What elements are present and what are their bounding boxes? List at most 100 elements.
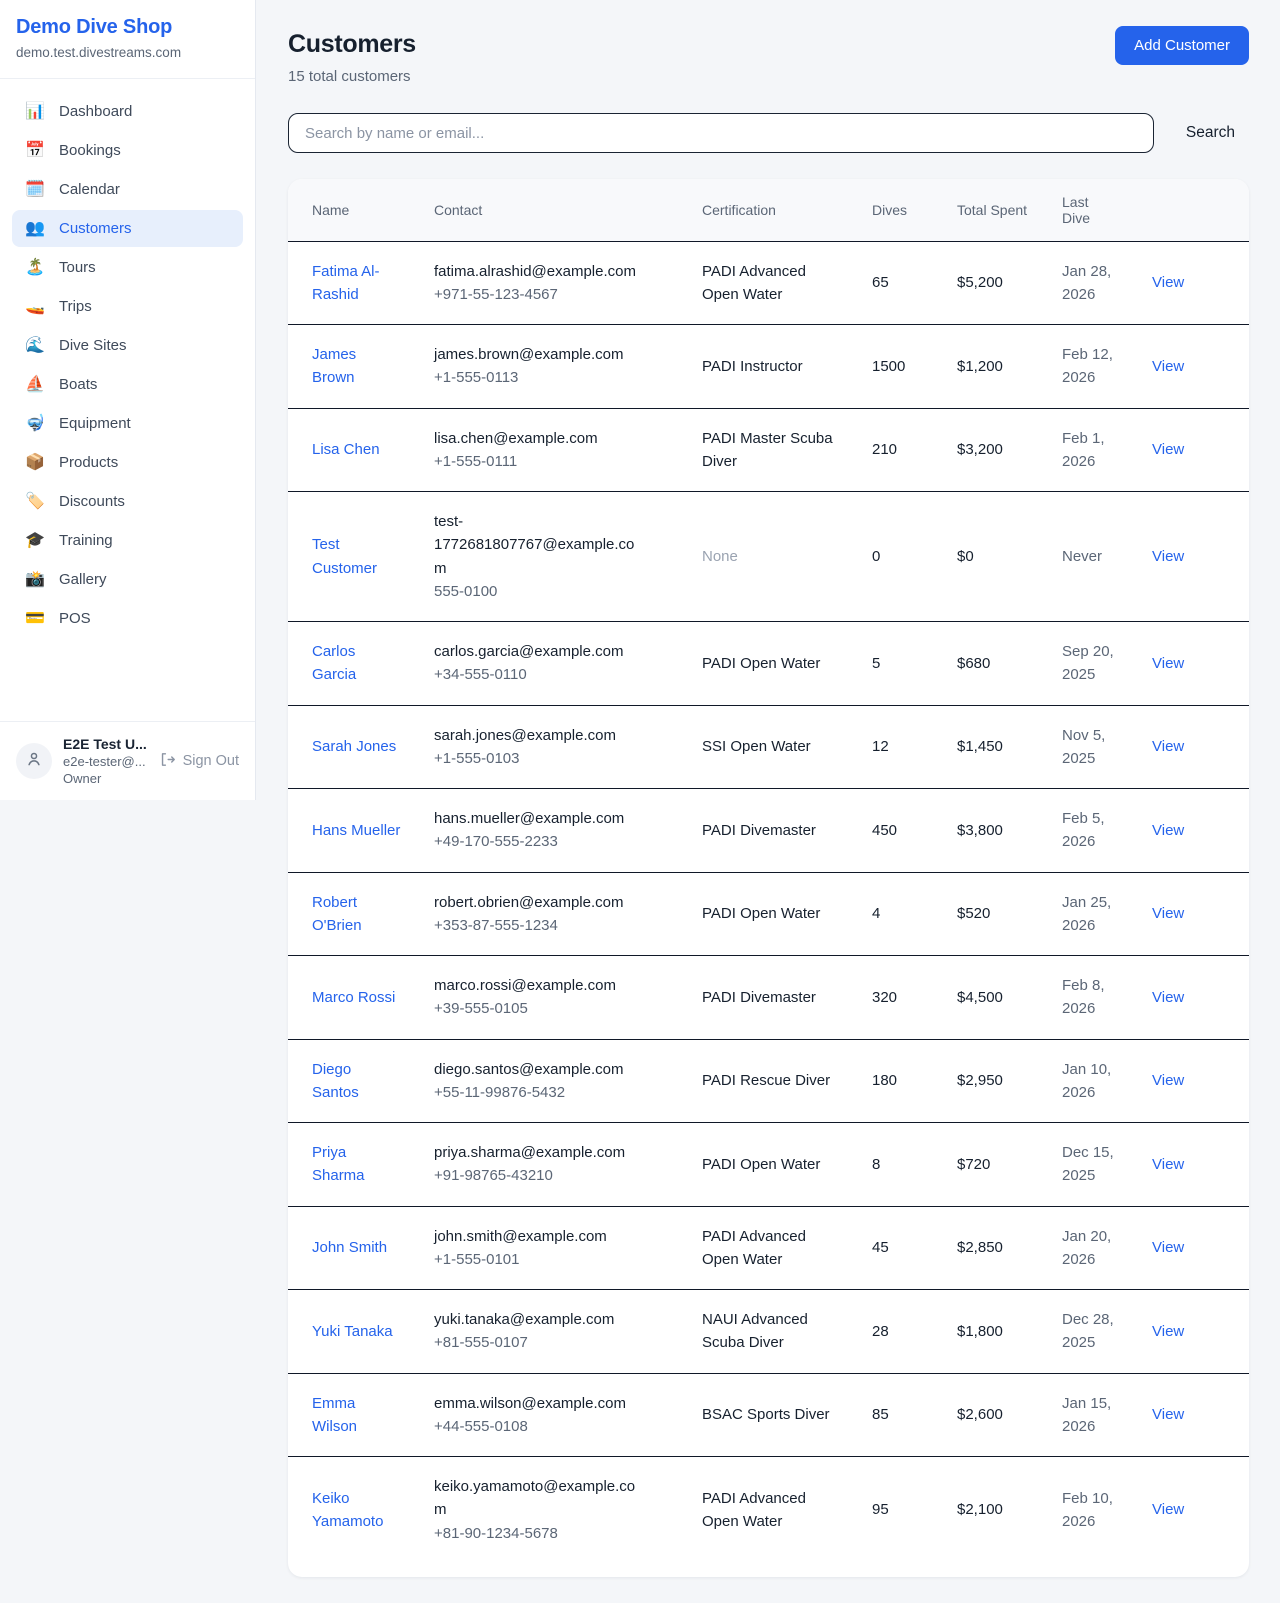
table-row: John Smith john.smith@example.com +1-555… xyxy=(288,1206,1249,1290)
cell-certification: PADI Advanced Open Water xyxy=(686,1206,856,1290)
cell-contact: robert.obrien@example.com +353-87-555-12… xyxy=(418,872,686,956)
sidebar-item-dive-sites[interactable]: 🌊 Dive Sites xyxy=(12,327,243,364)
customer-phone: +1-555-0101 xyxy=(434,1251,520,1268)
add-customer-button[interactable]: Add Customer xyxy=(1115,26,1249,65)
cell-dives: 1500 xyxy=(856,325,941,409)
table-row: Diego Santos diego.santos@example.com +5… xyxy=(288,1039,1249,1123)
customer-name-link[interactable]: Test Customer xyxy=(312,533,402,580)
column-header-dives: Dives xyxy=(856,179,941,241)
sidebar-item-label: Trips xyxy=(59,298,92,315)
cell-contact: test-1772681807767@example.com 555-0100 xyxy=(418,492,686,622)
cell-total-spent: $680 xyxy=(941,622,1046,706)
cell-actions: View xyxy=(1136,492,1249,622)
view-link[interactable]: View xyxy=(1152,1072,1184,1089)
cell-last-dive: Sep 20, 2025 xyxy=(1046,622,1136,706)
customer-phone: +1-555-0103 xyxy=(434,750,520,767)
customer-name-link[interactable]: Hans Mueller xyxy=(312,819,400,842)
customer-name-link[interactable]: John Smith xyxy=(312,1236,387,1259)
cell-last-dive: Jan 10, 2026 xyxy=(1046,1039,1136,1123)
page-title: Customers xyxy=(288,30,416,59)
view-link[interactable]: View xyxy=(1152,1156,1184,1173)
cell-total-spent: $2,850 xyxy=(941,1206,1046,1290)
cell-contact: emma.wilson@example.com +44-555-0108 xyxy=(418,1373,686,1457)
sidebar-item-boats[interactable]: ⛵ Boats xyxy=(12,366,243,403)
customer-name-link[interactable]: Lisa Chen xyxy=(312,438,380,461)
customer-name-link[interactable]: Keiko Yamamoto xyxy=(312,1487,402,1534)
search-button[interactable]: Search xyxy=(1172,116,1249,150)
sidebar-item-gallery[interactable]: 📸 Gallery xyxy=(12,561,243,598)
customer-name-link[interactable]: James Brown xyxy=(312,343,402,390)
view-link[interactable]: View xyxy=(1152,548,1184,565)
search-row: Search xyxy=(288,113,1249,153)
column-header-name: Name xyxy=(288,179,418,241)
view-link[interactable]: View xyxy=(1152,274,1184,291)
view-link[interactable]: View xyxy=(1152,441,1184,458)
view-link[interactable]: View xyxy=(1152,1239,1184,1256)
sidebar-item-tours[interactable]: 🏝️ Tours xyxy=(12,249,243,286)
cell-total-spent: $2,950 xyxy=(941,1039,1046,1123)
customer-name-link[interactable]: Carlos Garcia xyxy=(312,640,402,687)
sidebar-item-trips[interactable]: 🚤 Trips xyxy=(12,288,243,325)
view-link[interactable]: View xyxy=(1152,989,1184,1006)
brand-domain: demo.test.divestreams.com xyxy=(16,45,239,60)
cell-total-spent: $720 xyxy=(941,1123,1046,1207)
customers-table-card: Name Contact Certification Dives Total S… xyxy=(288,179,1249,1577)
view-link[interactable]: View xyxy=(1152,738,1184,755)
sidebar-nav: 📊 Dashboard 📅 Bookings 🗓️ Calendar 👥 Cus… xyxy=(0,79,255,721)
cell-actions: View xyxy=(1136,705,1249,789)
sign-out-button[interactable]: Sign Out xyxy=(159,751,239,772)
table-row: Keiko Yamamoto keiko.yamamoto@example.co… xyxy=(288,1457,1249,1563)
cell-name: Hans Mueller xyxy=(288,789,418,873)
customer-phone: +39-555-0105 xyxy=(434,1000,528,1017)
customer-name-link[interactable]: Yuki Tanaka xyxy=(312,1320,393,1343)
customer-name-link[interactable]: Emma Wilson xyxy=(312,1392,402,1439)
sidebar-item-dashboard[interactable]: 📊 Dashboard xyxy=(12,93,243,130)
cell-name: Test Customer xyxy=(288,492,418,622)
sidebar-item-label: POS xyxy=(59,610,91,627)
customer-email: test-1772681807767@example.com xyxy=(434,510,646,580)
customer-phone: +44-555-0108 xyxy=(434,1418,528,1435)
customer-name-link[interactable]: Marco Rossi xyxy=(312,986,395,1009)
view-link[interactable]: View xyxy=(1152,358,1184,375)
customer-email: diego.santos@example.com xyxy=(434,1058,624,1081)
cell-contact: james.brown@example.com +1-555-0113 xyxy=(418,325,686,409)
user-footer: E2E Test U... e2e-tester@... Owner Sign … xyxy=(0,721,255,800)
sidebar-item-calendar[interactable]: 🗓️ Calendar xyxy=(12,171,243,208)
sidebar-item-customers[interactable]: 👥 Customers xyxy=(12,210,243,247)
table-row: Yuki Tanaka yuki.tanaka@example.com +81-… xyxy=(288,1290,1249,1374)
customers-table: Name Contact Certification Dives Total S… xyxy=(288,179,1249,1563)
cell-actions: View xyxy=(1136,1373,1249,1457)
view-link[interactable]: View xyxy=(1152,905,1184,922)
training-icon: 🎓 xyxy=(24,533,46,549)
view-link[interactable]: View xyxy=(1152,655,1184,672)
view-link[interactable]: View xyxy=(1152,1501,1184,1518)
sidebar-item-label: Dashboard xyxy=(59,103,132,120)
sidebar-item-discounts[interactable]: 🏷️ Discounts xyxy=(12,483,243,520)
customer-name-link[interactable]: Fatima Al-Rashid xyxy=(312,260,402,307)
customer-phone: +91-98765-43210 xyxy=(434,1167,553,1184)
view-link[interactable]: View xyxy=(1152,1323,1184,1340)
sidebar-item-training[interactable]: 🎓 Training xyxy=(12,522,243,559)
customer-name-link[interactable]: Priya Sharma xyxy=(312,1141,402,1188)
page-subtitle: 15 total customers xyxy=(288,68,416,85)
customer-name-link[interactable]: Sarah Jones xyxy=(312,735,396,758)
cell-certification: PADI Advanced Open Water xyxy=(686,241,856,325)
table-row: Emma Wilson emma.wilson@example.com +44-… xyxy=(288,1373,1249,1457)
boats-icon: ⛵ xyxy=(24,377,46,393)
customer-name-link[interactable]: Robert O'Brien xyxy=(312,891,402,938)
cell-total-spent: $5,200 xyxy=(941,241,1046,325)
sidebar-item-pos[interactable]: 💳 POS xyxy=(12,600,243,637)
sidebar-item-bookings[interactable]: 📅 Bookings xyxy=(12,132,243,169)
customer-name-link[interactable]: Diego Santos xyxy=(312,1058,402,1105)
column-header-certification: Certification xyxy=(686,179,856,241)
search-input[interactable] xyxy=(288,113,1154,153)
sidebar-item-equipment[interactable]: 🤿 Equipment xyxy=(12,405,243,442)
calendar-icon: 🗓️ xyxy=(24,182,46,198)
sidebar-item-products[interactable]: 📦 Products xyxy=(12,444,243,481)
cell-contact: fatima.alrashid@example.com +971-55-123-… xyxy=(418,241,686,325)
cell-name: Marco Rossi xyxy=(288,956,418,1040)
cell-dives: 65 xyxy=(856,241,941,325)
view-link[interactable]: View xyxy=(1152,822,1184,839)
cell-contact: john.smith@example.com +1-555-0101 xyxy=(418,1206,686,1290)
view-link[interactable]: View xyxy=(1152,1406,1184,1423)
